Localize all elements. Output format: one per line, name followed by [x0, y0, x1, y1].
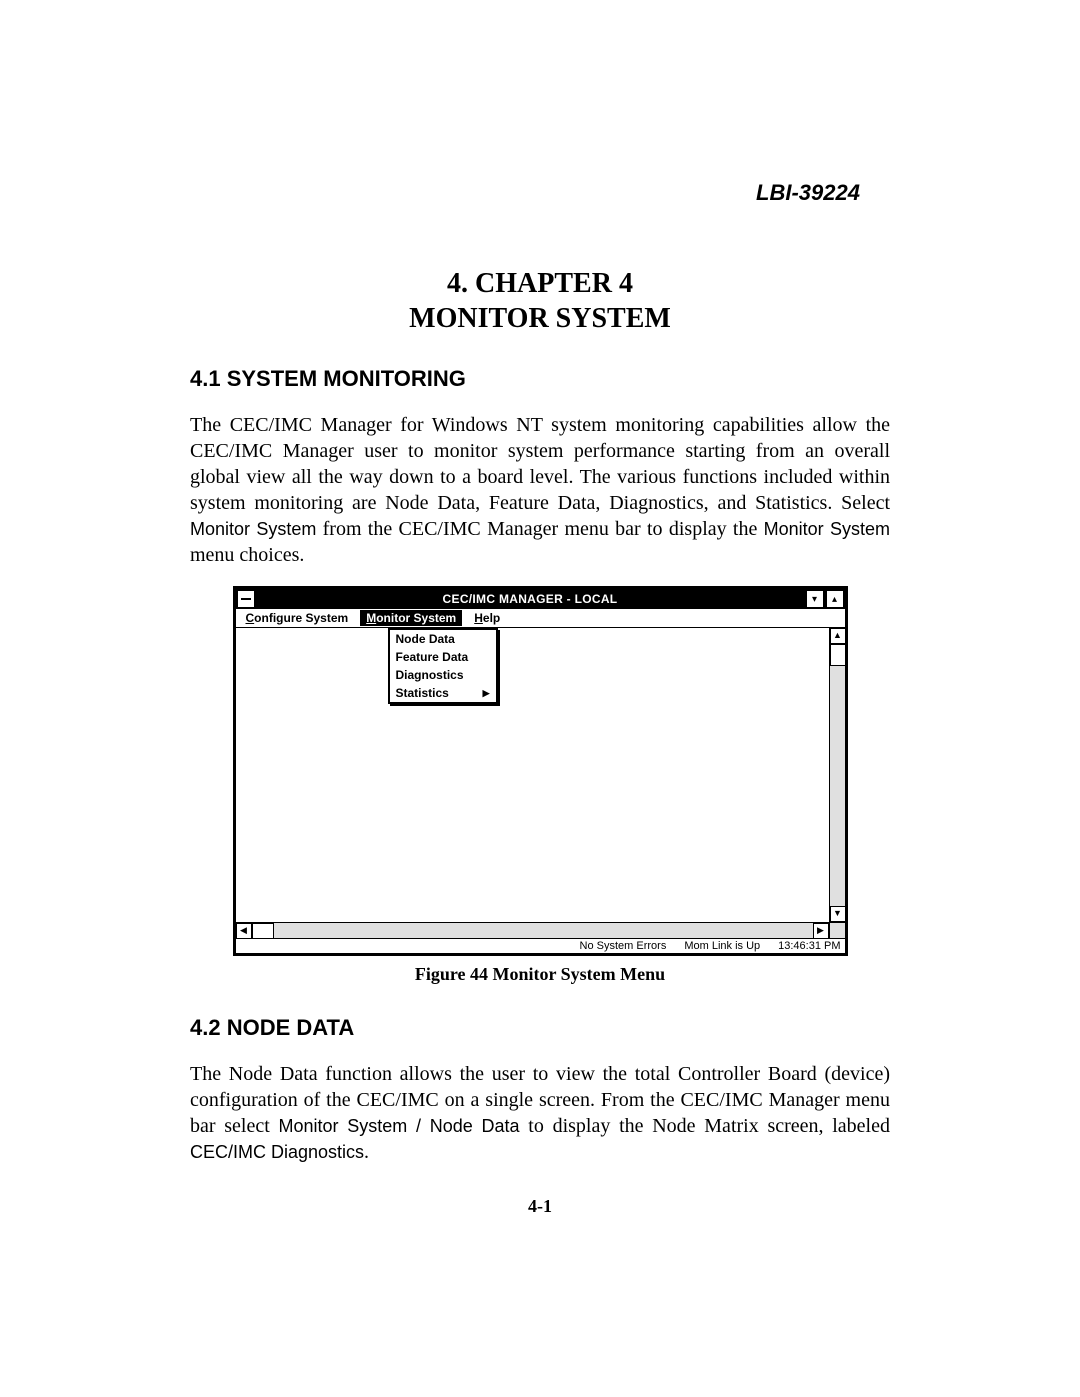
- menu-ref: Monitor System: [764, 519, 890, 539]
- status-errors: No System Errors: [580, 940, 667, 952]
- section-4-2-heading: 4.2 NODE DATA: [190, 1015, 890, 1041]
- vertical-scrollbar[interactable]: ▲ ▼: [829, 628, 845, 922]
- status-link: Mom Link is Up: [684, 940, 760, 952]
- body-text: to display the Node Matrix screen, label…: [520, 1115, 890, 1137]
- horizontal-scrollbar[interactable]: ◀ ▶: [236, 922, 829, 938]
- body-text: .: [364, 1141, 369, 1163]
- menu-ref: Monitor System: [190, 519, 316, 539]
- menu-monitor-system[interactable]: Monitor System: [360, 610, 462, 626]
- chapter-line1: 4. CHAPTER 4: [447, 268, 633, 299]
- system-menu-icon[interactable]: [236, 589, 256, 609]
- figure-caption: Figure 44 Monitor System Menu: [233, 964, 848, 985]
- monitor-system-dropdown: Node Data Feature Data Diagnostics Stati…: [388, 628, 498, 704]
- section-4-1-body: The CEC/IMC Manager for Windows NT syste…: [190, 412, 890, 568]
- scroll-down-button[interactable]: ▼: [830, 906, 846, 922]
- figure-44: CEC/IMC MANAGER - LOCAL Configure System…: [233, 586, 848, 985]
- app-window: CEC/IMC MANAGER - LOCAL Configure System…: [233, 586, 848, 956]
- body-text: The CEC/IMC Manager for Windows NT syste…: [190, 414, 890, 514]
- body-text: from the CEC/IMC Manager menu bar to dis…: [316, 518, 763, 540]
- body-text: menu choices.: [190, 544, 304, 566]
- scroll-left-button[interactable]: ◀: [236, 923, 252, 939]
- status-time: 13:46:31 PM: [778, 940, 840, 952]
- minimize-button[interactable]: [805, 589, 825, 609]
- dropdown-node-data[interactable]: Node Data: [390, 630, 496, 648]
- dropdown-statistics[interactable]: Statistics▶: [390, 684, 496, 702]
- chapter-line2: MONITOR SYSTEM: [409, 303, 671, 334]
- scroll-thumb[interactable]: [252, 923, 274, 939]
- titlebar: CEC/IMC MANAGER - LOCAL: [236, 589, 845, 609]
- scroll-up-button[interactable]: ▲: [830, 628, 846, 644]
- menu-ref: CEC/IMC Diagnostics: [190, 1142, 364, 1162]
- section-4-1-heading: 4.1 SYSTEM MONITORING: [190, 366, 890, 392]
- submenu-arrow-icon: ▶: [483, 688, 490, 699]
- dropdown-diagnostics[interactable]: Diagnostics: [390, 666, 496, 684]
- window-title: CEC/IMC MANAGER - LOCAL: [256, 589, 805, 609]
- statusbar: No System Errors Mom Link is Up 13:46:31…: [236, 938, 845, 953]
- menubar: Configure System Monitor System Help: [236, 609, 845, 628]
- page-number: 4-1: [0, 1196, 1080, 1217]
- scroll-corner: [829, 922, 845, 938]
- document-id: LBI-39224: [190, 180, 890, 206]
- menu-configure-system[interactable]: Configure System: [240, 610, 355, 626]
- chapter-title: 4. CHAPTER 4 MONITOR SYSTEM: [190, 266, 890, 336]
- scroll-right-button[interactable]: ▶: [813, 923, 829, 939]
- dropdown-feature-data[interactable]: Feature Data: [390, 648, 496, 666]
- menu-ref: Monitor System / Node Data: [279, 1116, 520, 1136]
- menu-help[interactable]: Help: [468, 610, 506, 626]
- maximize-button[interactable]: [825, 589, 845, 609]
- section-4-2-body: The Node Data function allows the user t…: [190, 1061, 890, 1165]
- scroll-thumb[interactable]: [830, 644, 846, 666]
- client-area: Node Data Feature Data Diagnostics Stati…: [236, 628, 845, 938]
